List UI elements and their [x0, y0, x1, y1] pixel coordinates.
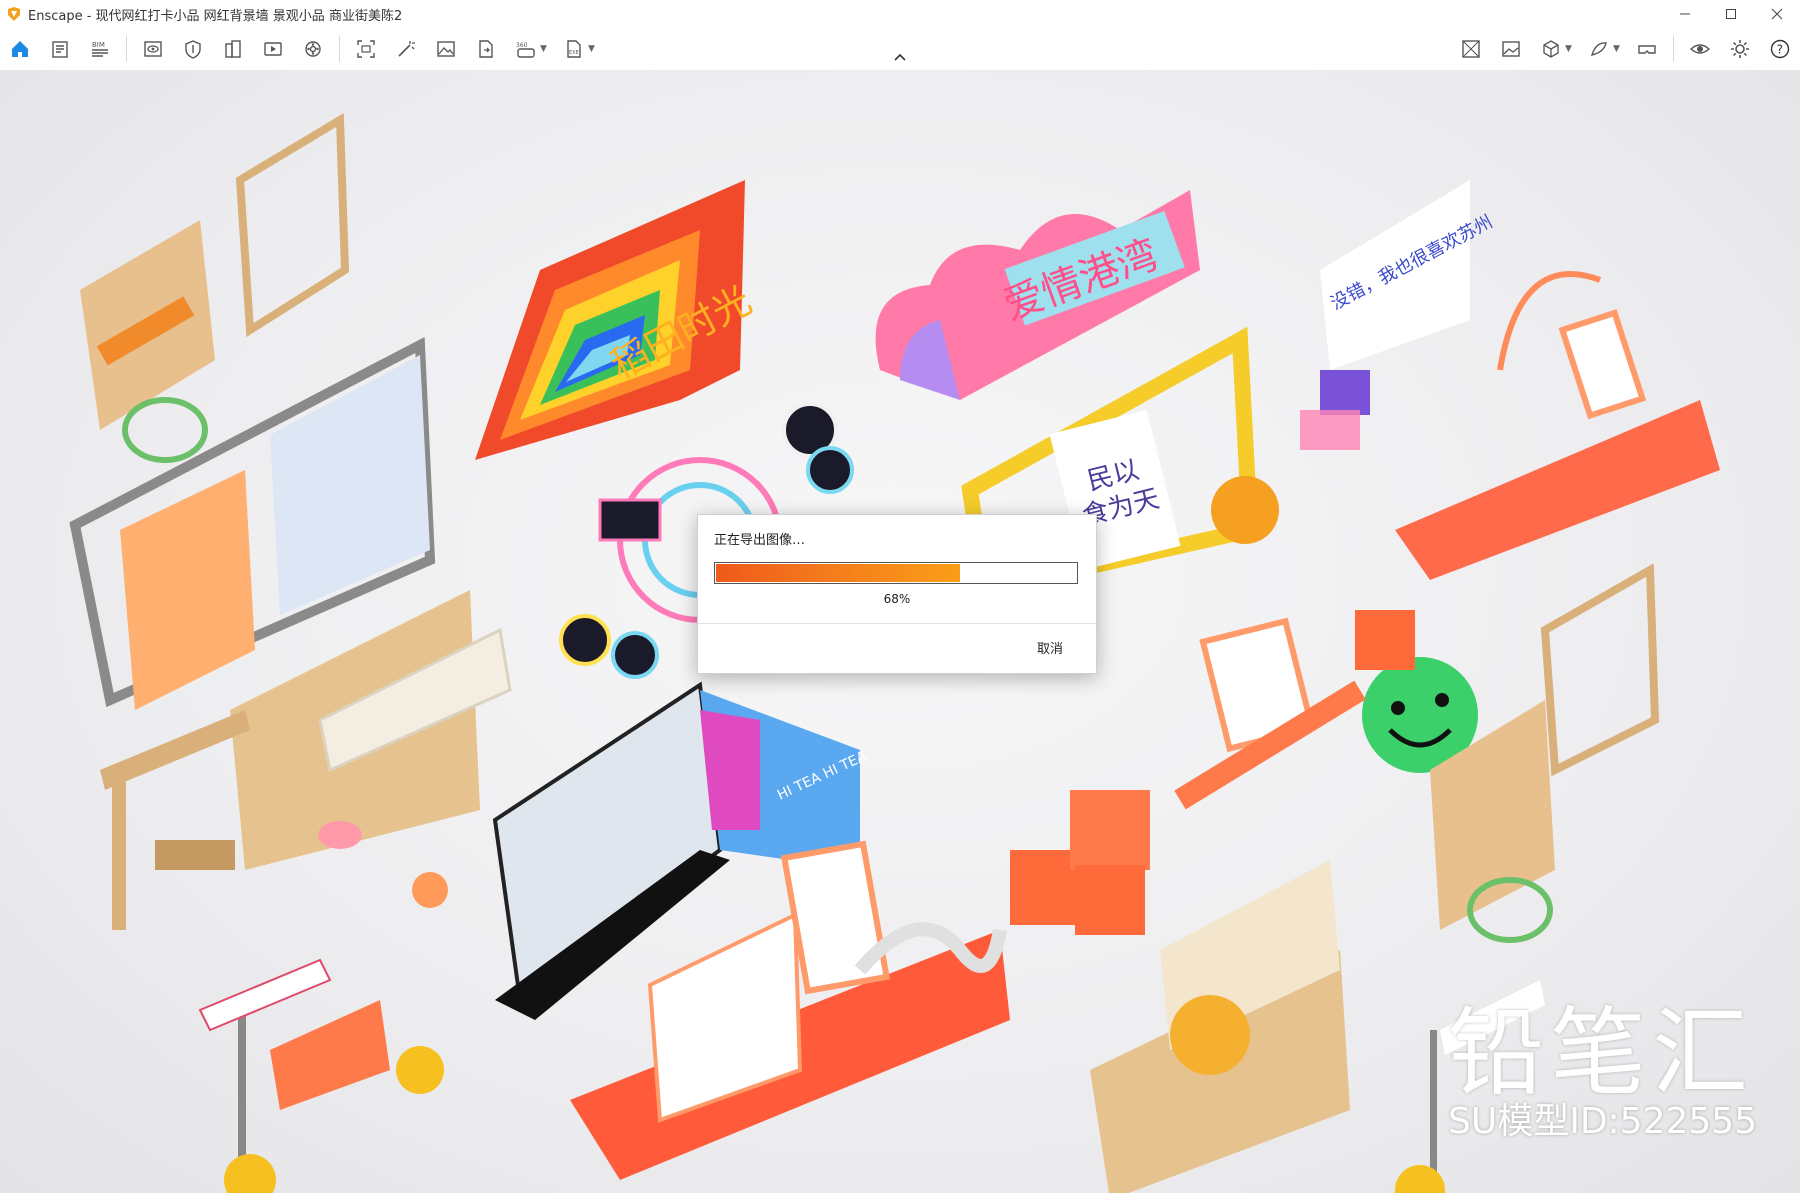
panorama-button[interactable]: 360 — [508, 31, 544, 67]
minimize-button[interactable] — [1662, 0, 1708, 28]
magic-wand-button[interactable] — [388, 31, 424, 67]
export-progress-dialog: 正在导出图像… 68% 取消 — [697, 514, 1097, 674]
shield-button[interactable] — [175, 31, 211, 67]
dialog-title: 正在导出图像… — [714, 533, 806, 548]
image-icon — [437, 41, 455, 57]
help-button[interactable]: ? — [1762, 31, 1798, 67]
window-controls — [1662, 0, 1800, 28]
cube-dropdown-caret[interactable]: ▼ — [1565, 44, 1575, 54]
properties-button[interactable] — [42, 31, 78, 67]
toolbar-separator — [339, 36, 340, 62]
panorama-icon: 360 — [516, 42, 535, 58]
progress-bar — [714, 562, 1078, 584]
gallery-button[interactable] — [1493, 31, 1529, 67]
view-settings-button[interactable] — [135, 31, 171, 67]
pink-cloud-sign: 爱情港湾 — [875, 190, 1200, 400]
asset-library-icon — [1462, 40, 1480, 58]
toolbar-right-group: ▼ ▼ ? — [1451, 28, 1800, 70]
progress-percentage: 68% — [883, 592, 911, 606]
svg-text:BIM: BIM — [92, 41, 105, 49]
close-icon — [1771, 8, 1783, 20]
window-title: Enscape - 现代网红打卡小品 网红背景墙 景观小品 商业街美陈2 — [28, 8, 403, 24]
bim-button[interactable]: BIM — [82, 31, 118, 67]
settings-button[interactable] — [1722, 31, 1758, 67]
watermark-model-id: SU模型ID:522555 — [1448, 1101, 1758, 1142]
title-bar: Enscape - 现代网红打卡小品 网红背景墙 景观小品 商业街美陈2 — [0, 0, 1800, 28]
toolbar-separator — [1673, 36, 1674, 62]
close-button[interactable] — [1754, 0, 1800, 28]
properties-icon — [52, 41, 68, 58]
gallery-icon — [1502, 41, 1520, 57]
progress-bar-fill — [716, 564, 961, 582]
vr-headset-icon — [1638, 45, 1656, 54]
rainbow-frame-display: 稻田时光 — [475, 180, 758, 460]
exe-export-button[interactable]: EXE — [556, 31, 592, 67]
minimize-icon — [1680, 13, 1690, 15]
shield-icon — [185, 40, 201, 59]
material-dropdown-caret[interactable]: ▼ — [1613, 44, 1623, 54]
cancel-button[interactable]: 取消 — [1020, 633, 1080, 661]
maximize-button[interactable] — [1708, 0, 1754, 28]
screenshot-icon — [357, 40, 375, 58]
render-settings-button[interactable] — [295, 31, 331, 67]
collapse-toolbar-chevron[interactable] — [890, 50, 910, 64]
view-settings-icon — [144, 41, 162, 57]
svg-text:?: ? — [1777, 43, 1783, 57]
bim-icon: BIM — [92, 41, 108, 57]
top-right-sign-stack: 没错，我也很喜欢苏州 — [1300, 180, 1496, 450]
exe-export-icon: EXE — [567, 40, 581, 58]
asset-library-button[interactable] — [1453, 31, 1489, 67]
image-button[interactable] — [428, 31, 464, 67]
video-button[interactable] — [255, 31, 291, 67]
home-button[interactable] — [2, 31, 38, 67]
maximize-icon — [1726, 9, 1736, 19]
visibility-button[interactable] — [1682, 31, 1718, 67]
building-button[interactable] — [215, 31, 251, 67]
vr-headset-button[interactable] — [1629, 31, 1665, 67]
export-document-icon — [479, 40, 493, 58]
chevron-up-icon — [894, 53, 906, 61]
home-icon — [12, 41, 28, 57]
enscape-logo-icon — [8, 7, 20, 21]
dialog-divider — [698, 623, 1096, 624]
svg-text:EXE: EXE — [569, 50, 579, 56]
direction-signposts — [198, 872, 448, 1193]
video-icon — [264, 42, 282, 56]
settings-icon — [1731, 40, 1749, 58]
render-settings-icon — [305, 41, 321, 57]
cube-button[interactable] — [1533, 31, 1569, 67]
exe-dropdown-caret[interactable]: ▼ — [588, 44, 598, 54]
panorama-dropdown-caret[interactable]: ▼ — [540, 44, 550, 54]
export-document-button[interactable] — [468, 31, 504, 67]
magic-wand-icon — [398, 41, 415, 57]
svg-text:360: 360 — [516, 42, 528, 49]
material-button[interactable] — [1581, 31, 1617, 67]
material-icon — [1590, 42, 1607, 56]
cube-icon — [1543, 40, 1559, 58]
building-icon — [225, 40, 241, 58]
visibility-icon — [1689, 44, 1711, 54]
help-icon: ? — [1770, 39, 1790, 59]
toolbar-left-group: BIM 360 ▼ EXE ▼ — [0, 28, 602, 70]
toolbar-separator — [126, 36, 127, 62]
screenshot-button[interactable] — [348, 31, 384, 67]
wooden-sign-right — [1430, 563, 1660, 943]
